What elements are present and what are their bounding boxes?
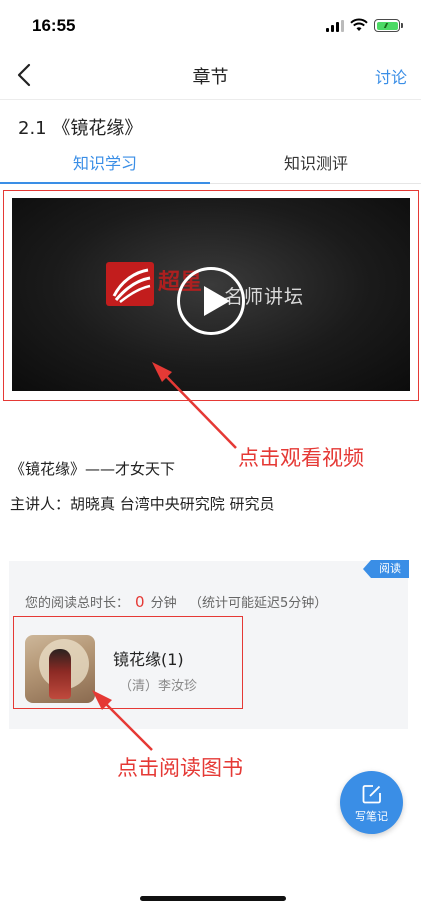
reading-badge: 阅读 <box>363 560 409 578</box>
wifi-icon <box>350 18 368 31</box>
edit-note-icon <box>362 785 381 804</box>
reading-unit: 分钟 <box>150 596 177 611</box>
discuss-link[interactable]: 讨论 <box>375 64 407 88</box>
video-player[interactable]: 超星 名师讲坛 <box>12 198 410 391</box>
reading-minutes: 0 <box>135 593 145 611</box>
reading-duration-label: 您的阅读总时长： <box>25 596 130 611</box>
page-title: 章节 <box>192 67 229 88</box>
tab-knowledge-assessment[interactable]: 知识测评 <box>211 150 421 174</box>
status-time: 16:55 <box>32 16 76 35</box>
lecture-title: 《镜花缘》——才女天下 <box>10 460 176 478</box>
nav-bar: 章节 讨论 <box>0 50 421 100</box>
write-note-button[interactable]: 写笔记 <box>340 771 403 834</box>
battery-charging-icon <box>374 19 403 32</box>
book-cover[interactable] <box>25 635 95 703</box>
cellular-signal-icon <box>326 20 346 32</box>
book-author: （清）李汝珍 <box>119 679 198 694</box>
reading-note: （统计可能延迟5分钟） <box>188 596 328 611</box>
write-note-label: 写笔记 <box>355 810 388 823</box>
active-tab-indicator <box>0 182 210 184</box>
tab-knowledge-learning[interactable]: 知识学习 <box>0 150 210 174</box>
annotation-read-book: 点击阅读图书 <box>117 756 243 780</box>
section-title: 2.1 《镜花缘》 <box>18 118 143 139</box>
tab-bar: 知识学习 知识测评 <box>0 142 421 184</box>
lecturer-info: 主讲人：胡晓真 台湾中央研究院 研究员 <box>10 495 275 513</box>
video-highlight-frame: 超星 名师讲坛 <box>3 190 419 401</box>
home-indicator <box>140 896 286 901</box>
chaoxing-logo-icon <box>106 262 154 306</box>
book-item[interactable]: 镜花缘(1) （清）李汝珍 <box>13 616 243 709</box>
reading-duration: 您的阅读总时长： 0 分钟 （统计可能延迟5分钟） <box>25 592 327 611</box>
status-bar: 16:55 <box>0 0 421 50</box>
play-button-icon[interactable] <box>177 267 245 335</box>
book-title[interactable]: 镜花缘(1) <box>113 646 184 670</box>
annotation-watch-video: 点击观看视频 <box>238 446 364 470</box>
